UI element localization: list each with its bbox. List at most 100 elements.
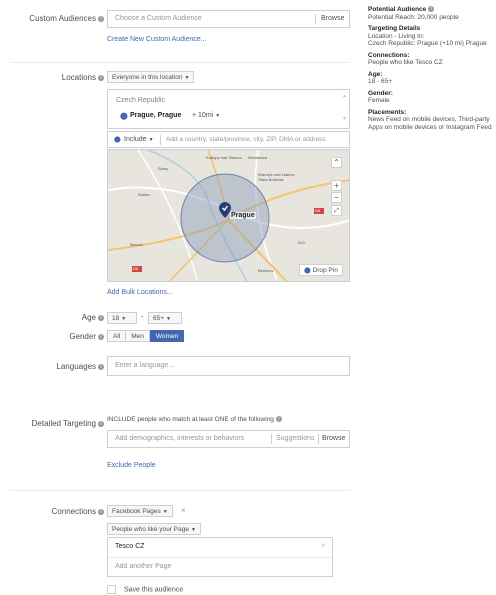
info-icon[interactable]: i: [98, 508, 104, 515]
map-road-d11: D11: [298, 240, 306, 245]
age-label: Age i: [82, 313, 104, 322]
connections-value: People who like Tesco CZ: [368, 59, 443, 66]
potential-audience-title: Potential Audience i: [368, 6, 496, 14]
age-min-value: 18: [112, 315, 120, 322]
placements-value-2: Apps on mobile devices or Instagram Feed: [368, 123, 492, 131]
add-bulk-locations-link[interactable]: Add Bulk Locations...: [107, 289, 173, 296]
info-icon[interactable]: i: [428, 6, 435, 13]
map-label-neratovice: Neratovice: [248, 155, 268, 160]
drop-pin-icon: ⬤: [304, 268, 311, 274]
gender-title: Gender:: [368, 89, 393, 97]
map-center-label: Prague: [230, 212, 256, 219]
location-list: Czech Republic ⬤ Prague, Prague + 10mi ▼ …: [107, 89, 350, 129]
map-zoom-out-button[interactable]: −: [331, 192, 342, 203]
age-min-dropdown[interactable]: 18 ▼: [107, 312, 137, 324]
location-city: Prague, Prague: [130, 112, 182, 119]
location-map[interactable]: Kralupy nad Vltavou Neratovice Brandys n…: [107, 149, 350, 282]
custom-audience-browse-button[interactable]: Browse: [321, 15, 344, 22]
custom-audience-input[interactable]: Choose a Custom Audience Browse: [107, 10, 350, 28]
map-label-kralupy: Kralupy nad Vltavou: [206, 155, 242, 160]
info-icon[interactable]: i: [98, 74, 104, 81]
detailed-targeting-input[interactable]: Add demographics, interests or behaviors…: [107, 430, 350, 448]
detailed-targeting-label: Detailed Targeting i: [32, 419, 104, 428]
info-icon[interactable]: i: [98, 15, 104, 22]
targeting-details-title: Targeting Details: [368, 25, 421, 32]
info-icon[interactable]: i: [98, 363, 104, 370]
info-icon[interactable]: i: [98, 420, 104, 427]
location-country: Czech Republic: [116, 97, 166, 104]
gender-label: Gender i: [69, 332, 104, 341]
custom-audience-placeholder: Choose a Custom Audience: [115, 15, 202, 22]
map-collapse-button[interactable]: ⌃: [331, 157, 342, 168]
suggestions-button[interactable]: Suggestions: [276, 435, 315, 442]
section-divider: [10, 62, 350, 63]
map-label-kladno: Kladno: [138, 192, 151, 197]
drop-pin-button[interactable]: ⬤ Drop Pin: [299, 264, 343, 276]
locations-label: Locations i: [62, 73, 104, 82]
connections-type-dropdown[interactable]: Facebook Pages ▼: [107, 505, 173, 517]
exclude-people-link[interactable]: Exclude People: [107, 462, 156, 469]
connections-label: Connections i: [52, 507, 104, 516]
location-search-row: ⬤ Include ▼ Add a country, state/province…: [107, 131, 350, 148]
map-label-brandys: Brandys nad Labem-Stara Boleslav: [258, 172, 296, 182]
chevron-down-icon: ▼: [215, 113, 221, 119]
connections-page-name: Tesco CZ: [115, 543, 145, 550]
include-pin-icon: ⬤: [114, 137, 121, 143]
age-max-dropdown[interactable]: 65+ ▼: [148, 312, 182, 324]
location-search-input[interactable]: Add a country, state/province, city, ZIP…: [166, 136, 326, 143]
placements-title: Placements:: [368, 108, 407, 116]
location-mode-dropdown[interactable]: Everyone in this location ▼: [107, 71, 195, 83]
info-icon[interactable]: i: [275, 416, 282, 423]
custom-audiences-label: Custom Audiences i: [29, 14, 104, 23]
age-max-value: 65+: [153, 315, 165, 322]
chevron-down-icon: ▼: [162, 509, 168, 515]
gender-option-all[interactable]: All: [107, 330, 127, 342]
create-custom-audience-link[interactable]: Create New Custom Audience...: [107, 36, 207, 43]
age-title: Age:: [368, 70, 383, 78]
radius-circle: [180, 173, 270, 263]
age-value: 18 - 65+: [368, 78, 393, 85]
languages-input[interactable]: Enter a language...: [107, 356, 350, 376]
connections-page-remove-button[interactable]: ×: [321, 541, 326, 550]
languages-label: Languages i: [56, 362, 104, 371]
suggestions-divider: [318, 434, 319, 444]
map-label-beroun: Beroun: [130, 242, 143, 247]
detailed-targeting-divider: [271, 434, 272, 444]
map-road-d8: D8: [315, 208, 321, 213]
chevron-down-icon: ▼: [190, 527, 196, 533]
chevron-down-icon: ▼: [148, 137, 154, 143]
connections-remove-button[interactable]: ×: [181, 506, 186, 515]
save-audience-label: Save this audience: [123, 586, 184, 594]
location-title: Location - Living In:: [368, 32, 425, 40]
location-mode-value: Everyone in this location: [112, 74, 183, 81]
include-dropdown[interactable]: Include ▼: [124, 136, 154, 143]
location-scroll-down-icon[interactable]: ▼: [342, 116, 347, 122]
location-radius-dropdown[interactable]: + 10mi ▼: [192, 112, 220, 119]
age-separator: -: [141, 314, 144, 321]
map-zoom-in-button[interactable]: +: [331, 180, 342, 191]
gender-toggle: All Men Women: [107, 330, 185, 342]
gender-option-women[interactable]: Women: [149, 330, 185, 342]
languages-placeholder: Enter a language...: [115, 362, 175, 369]
gender-value: Female: [368, 97, 390, 104]
chevron-down-icon: ▼: [184, 75, 190, 81]
add-page-input[interactable]: Add another Page: [115, 563, 171, 570]
save-audience-row[interactable]: Save this audience: [107, 585, 183, 594]
detailed-targeting-browse-button[interactable]: Browse: [322, 435, 345, 442]
location-scroll-up-icon[interactable]: ▲: [342, 93, 347, 99]
save-audience-checkbox[interactable]: [107, 585, 116, 594]
gender-option-men[interactable]: Men: [126, 330, 150, 342]
map-road-d5: D5: [133, 266, 139, 271]
connections-subtype-value: People who like your Page: [112, 526, 189, 533]
info-icon[interactable]: i: [98, 314, 104, 321]
chevron-down-icon: ▼: [166, 316, 171, 322]
info-icon[interactable]: i: [98, 333, 104, 340]
drop-pin-label: Drop Pin: [312, 267, 338, 274]
map-label-benesov: Benesov: [258, 268, 274, 273]
custom-audience-divider: [315, 14, 316, 24]
placements-value-1: News Feed on mobile devices, Third-party: [368, 116, 490, 123]
connections-page-list: Tesco CZ × Add another Page: [107, 537, 333, 577]
audience-summary: Potential Audience i Potential Reach: 20,…: [368, 6, 496, 131]
map-fullscreen-icon[interactable]: ⤢: [331, 205, 342, 216]
connections-subtype-dropdown[interactable]: People who like your Page ▼: [107, 523, 201, 535]
